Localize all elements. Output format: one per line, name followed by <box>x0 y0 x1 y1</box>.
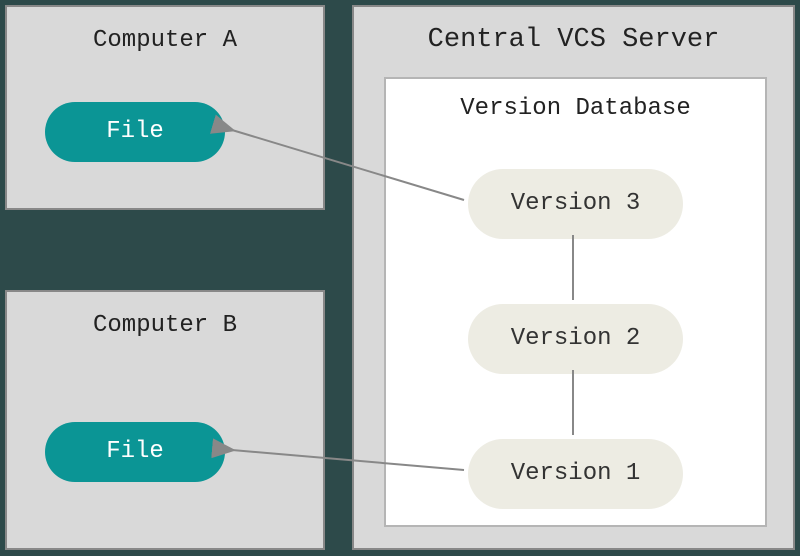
server-box: Central VCS Server Version Database Vers… <box>352 5 795 550</box>
computer-a-title: Computer A <box>7 27 323 54</box>
file-a-pill: File <box>45 102 225 162</box>
version-3-pill: Version 3 <box>468 169 683 239</box>
version-1-pill: Version 1 <box>468 439 683 509</box>
database-box: Version Database Version 3 Version 2 Ver… <box>384 77 767 527</box>
version-2-pill: Version 2 <box>468 304 683 374</box>
computer-b-title: Computer B <box>7 312 323 339</box>
server-title: Central VCS Server <box>354 25 793 55</box>
database-title: Version Database <box>386 95 765 122</box>
computer-a-box: Computer A File <box>5 5 325 210</box>
computer-b-box: Computer B File <box>5 290 325 550</box>
file-b-pill: File <box>45 422 225 482</box>
